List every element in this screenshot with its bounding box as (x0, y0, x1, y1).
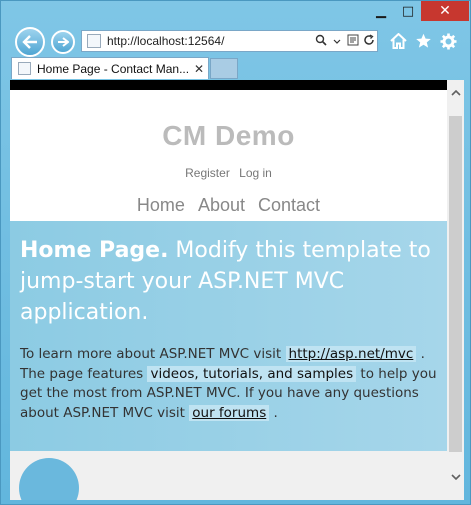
tab-close-icon[interactable]: ✕ (190, 62, 208, 76)
maximize-button[interactable]: □ (395, 1, 421, 21)
minimize-icon: ▁ (376, 3, 386, 19)
site-title[interactable]: CM Demo (10, 120, 447, 152)
page-icon (87, 34, 101, 48)
refresh-icon[interactable] (361, 33, 377, 49)
asp-net-link[interactable]: http://asp.net/mvc (285, 346, 417, 362)
menu-contact[interactable]: Contact (258, 195, 320, 215)
new-tab-button[interactable] (210, 58, 238, 79)
scrollbar-thumb[interactable] (449, 116, 462, 452)
back-arrow-icon (22, 35, 37, 49)
forward-arrow-icon (58, 37, 69, 47)
vertical-scrollbar[interactable] (447, 80, 464, 500)
forward-button[interactable] (51, 30, 75, 54)
top-bar (10, 80, 447, 90)
featured-heading: Home Page. Modify this template to jump-… (20, 235, 440, 328)
back-button[interactable] (15, 27, 45, 57)
login-links: Register Log in (10, 166, 447, 180)
tab-title: Home Page - Contact Man... (37, 61, 190, 76)
minimize-button[interactable]: ▁ (367, 1, 395, 21)
tab-home-page[interactable]: Home Page - Contact Man... ✕ (11, 57, 209, 79)
featured-section: Home Page. Modify this template to jump-… (10, 221, 447, 451)
url-text[interactable]: http://localhost:12564/ (107, 34, 313, 48)
gear-icon[interactable] (438, 31, 458, 51)
paragraph-text: . (269, 404, 278, 421)
address-bar[interactable]: http://localhost:12564/ (81, 30, 378, 52)
videos-highlight: videos, tutorials, and samples (147, 365, 357, 382)
featured-heading-bold: Home Page. (20, 238, 169, 263)
login-link[interactable]: Log in (239, 166, 272, 180)
page-favicon-icon (18, 62, 31, 75)
compatibility-view-icon[interactable] (345, 34, 361, 49)
menu-home[interactable]: Home (137, 195, 185, 215)
paragraph-text: To learn more about ASP.NET MVC visit (20, 346, 286, 362)
search-icon[interactable] (313, 34, 329, 49)
featured-paragraph: To learn more about ASP.NET MVC visit ht… (20, 345, 440, 423)
dropdown-chevron-icon[interactable] (329, 34, 345, 48)
scroll-down-icon[interactable] (447, 468, 464, 485)
home-icon[interactable] (388, 31, 408, 51)
forums-link[interactable]: our forums (189, 404, 270, 421)
star-icon[interactable] (413, 31, 433, 51)
page-viewport: CM Demo Register Log in Home About Conta… (10, 80, 447, 500)
browser-window: ▁ □ ✕ http://localhost:12564/ Home Page … (0, 0, 471, 505)
register-link[interactable]: Register (185, 166, 230, 180)
scroll-up-icon[interactable] (447, 84, 464, 101)
close-button[interactable]: ✕ (421, 1, 469, 21)
menu-about[interactable]: About (198, 195, 245, 215)
maximize-icon: □ (401, 3, 415, 19)
main-menu: Home About Contact (10, 195, 447, 216)
close-icon: ✕ (439, 3, 451, 19)
